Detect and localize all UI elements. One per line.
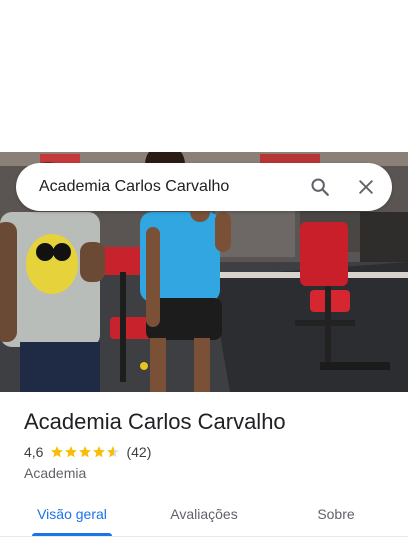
review-count: (42) [126,444,152,460]
tab-about[interactable]: Sobre [306,492,366,536]
star-icon [65,446,78,458]
tab-reviews[interactable]: Avaliações [160,492,248,536]
tab-overview[interactable]: Visão geral [32,492,112,536]
tab-bar: Visão geral Avaliações Sobre [0,492,408,544]
search-input[interactable]: Academia Carlos Carvalho [16,178,300,196]
search-bar[interactable]: Academia Carlos Carvalho [16,163,392,211]
close-button[interactable] [346,167,386,207]
star-icon [79,446,92,458]
star-icon [93,446,106,458]
place-category[interactable]: Academia [24,465,86,481]
star-half-icon [107,446,120,458]
search-icon [311,178,329,196]
close-icon [359,180,373,194]
rating-stars [50,445,120,459]
top-blank-area [0,0,408,152]
rating-value: 4,6 [24,444,44,460]
star-icon [51,446,64,458]
rating-row[interactable]: 4,6 (42) [24,444,151,460]
place-title: Academia Carlos Carvalho [24,409,286,434]
search-button[interactable] [300,167,340,207]
tabs-divider [0,536,408,537]
